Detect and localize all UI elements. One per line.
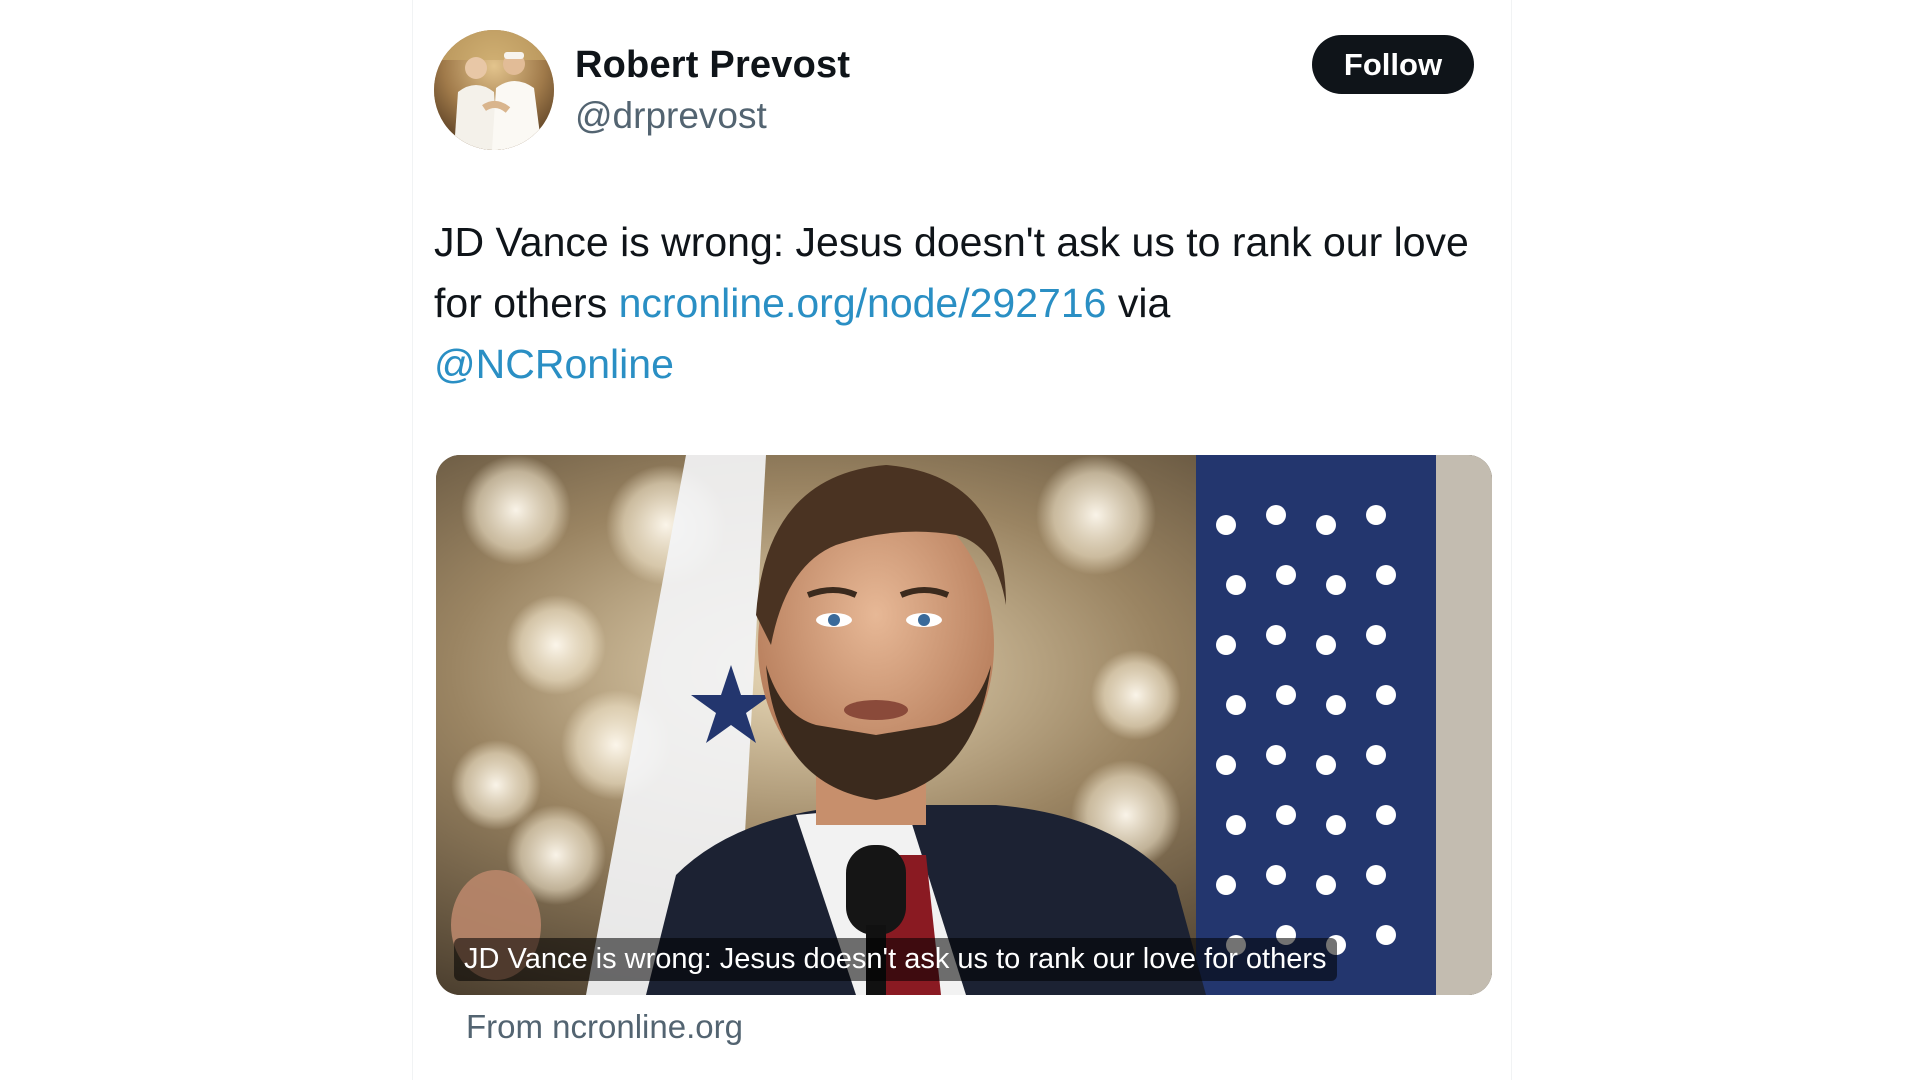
follow-button[interactable]: Follow bbox=[1312, 35, 1474, 94]
author-name[interactable]: Robert Prevost bbox=[575, 44, 850, 87]
tweet-text-via: via bbox=[1106, 280, 1171, 326]
tweet-text: JD Vance is wrong: Jesus doesn't ask us … bbox=[434, 212, 1494, 395]
page: Robert Prevost @drprevost Follow JD Vanc… bbox=[0, 0, 1920, 1080]
mention-link[interactable]: @NCRonline bbox=[434, 341, 674, 387]
tweet-link[interactable]: ncronline.org/node/292716 bbox=[619, 280, 1107, 326]
avatar[interactable] bbox=[434, 30, 554, 150]
avatar-photo-icon bbox=[434, 30, 554, 150]
link-card[interactable]: JD Vance is wrong: Jesus doesn't ask us … bbox=[436, 455, 1492, 995]
card-image-icon bbox=[436, 455, 1492, 995]
card-title: JD Vance is wrong: Jesus doesn't ask us … bbox=[454, 938, 1337, 981]
author-handle[interactable]: @drprevost bbox=[575, 95, 767, 137]
card-source[interactable]: From ncronline.org bbox=[466, 1008, 743, 1046]
